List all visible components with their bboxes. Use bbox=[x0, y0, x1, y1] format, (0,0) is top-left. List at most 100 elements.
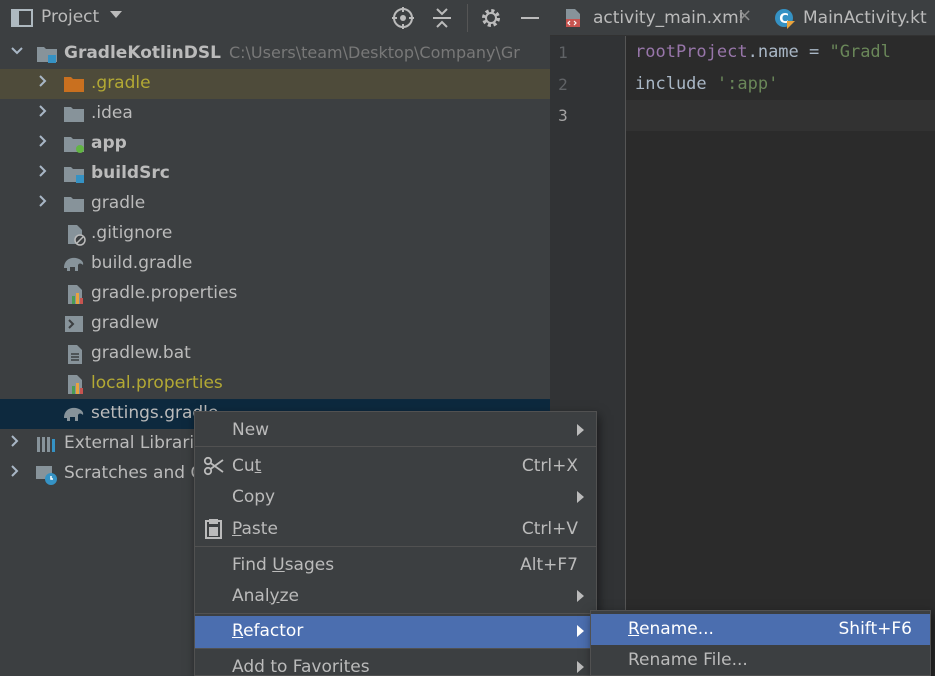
tree-item-gitignore[interactable]: .gitignore bbox=[0, 219, 550, 249]
menu-item-refactor[interactable]: Refactor bbox=[195, 616, 596, 648]
chevron-right-icon[interactable] bbox=[36, 104, 50, 122]
tree-item-label: .idea bbox=[91, 103, 133, 123]
tree-item-buildsrc[interactable]: buildSrc bbox=[0, 159, 550, 189]
tree-item-label: gradle bbox=[91, 193, 146, 213]
code-string: ':app' bbox=[716, 74, 779, 94]
line-number: 1 bbox=[558, 43, 568, 62]
scratches-icon bbox=[35, 464, 57, 485]
menu-item-rename-file[interactable]: Rename File... bbox=[591, 645, 930, 676]
chevron-right-icon[interactable] bbox=[36, 164, 50, 182]
chevron-right-icon[interactable] bbox=[36, 74, 50, 92]
collapse-all-icon[interactable] bbox=[430, 6, 454, 35]
menu-item-cut[interactable]: Cut Ctrl+X bbox=[195, 451, 596, 483]
tree-item-build-gradle[interactable]: build.gradle bbox=[0, 249, 550, 279]
menu-separator bbox=[195, 446, 596, 447]
menu-item-find-usages[interactable]: Find Usages Alt+F7 bbox=[195, 550, 596, 582]
tree-item-label: gradle.properties bbox=[91, 283, 238, 303]
line-number: 3 bbox=[558, 106, 568, 125]
code-text: .name = bbox=[747, 42, 830, 62]
project-panel-header: Project bbox=[0, 0, 550, 36]
code-text: include bbox=[635, 74, 717, 94]
menu-item-label: Cut bbox=[232, 456, 262, 476]
tree-item-idea[interactable]: .idea bbox=[0, 99, 550, 129]
submenu-arrow-icon bbox=[577, 661, 584, 673]
clipboard-icon bbox=[203, 518, 225, 540]
menu-item-shortcut: Ctrl+X bbox=[521, 456, 578, 476]
menu-separator bbox=[195, 546, 596, 547]
chevron-down-icon[interactable] bbox=[10, 44, 24, 62]
tree-item-local-properties[interactable]: local.properties bbox=[0, 369, 550, 399]
text-file-icon bbox=[65, 344, 87, 364]
menu-item-label: Refactor bbox=[232, 621, 304, 641]
menu-item-shortcut: Alt+F7 bbox=[520, 555, 578, 575]
code-string: "Gradl bbox=[829, 42, 891, 62]
menu-item-rename[interactable]: Rename... Shift+F6 bbox=[591, 614, 930, 645]
tree-item-gradle-properties[interactable]: gradle.properties bbox=[0, 279, 550, 309]
tree-item-gradlew[interactable]: gradlew bbox=[0, 309, 550, 339]
chevron-right-icon[interactable] bbox=[36, 194, 50, 212]
close-icon[interactable]: × bbox=[737, 5, 752, 26]
code-line-1[interactable]: rootProject.name = "Gradl bbox=[635, 42, 891, 62]
tree-item-label: gradlew.bat bbox=[91, 343, 191, 363]
gutter-divider bbox=[625, 36, 626, 676]
code-line-2[interactable]: include ':app' bbox=[635, 74, 778, 94]
tab-label: MainActivity.kt bbox=[803, 8, 927, 28]
tree-item-gradle-dir[interactable]: .gradle bbox=[0, 69, 550, 99]
menu-item-label: Paste bbox=[232, 519, 278, 539]
panel-title[interactable]: Project bbox=[41, 7, 99, 27]
editor-area[interactable]: activity_main.xml × C MainActivity.kt 1 … bbox=[550, 0, 935, 676]
tree-item-label: local.properties bbox=[91, 373, 223, 393]
tree-item-label: app bbox=[91, 133, 127, 153]
refactor-submenu: Rename... Shift+F6 Rename File... bbox=[590, 610, 931, 676]
code-keyword: rootProject bbox=[635, 42, 748, 62]
menu-item-new[interactable]: New bbox=[195, 415, 596, 447]
caret-line-highlight bbox=[626, 100, 935, 131]
menu-item-label: Analyze bbox=[232, 586, 299, 606]
kotlin-class-icon: C bbox=[774, 8, 796, 35]
tab-main-activity-kt[interactable]: C MainActivity.kt bbox=[762, 0, 935, 36]
header-divider bbox=[467, 4, 468, 32]
project-path: C:\Users\team\Desktop\Company\Gr bbox=[228, 43, 520, 62]
tab-activity-main-xml[interactable]: activity_main.xml × bbox=[550, 0, 758, 36]
menu-item-shortcut: Shift+F6 bbox=[838, 619, 912, 639]
tab-label: activity_main.xml bbox=[593, 8, 744, 28]
gradle-elephant-icon bbox=[62, 254, 84, 274]
menu-item-paste[interactable]: Paste Ctrl+V bbox=[195, 514, 596, 546]
submenu-arrow-icon bbox=[577, 491, 584, 503]
gear-icon[interactable] bbox=[479, 6, 503, 35]
minimize-icon[interactable] bbox=[520, 6, 540, 35]
tree-item-app[interactable]: app bbox=[0, 129, 550, 159]
submenu-arrow-icon bbox=[577, 625, 584, 637]
menu-item-label: Rename... bbox=[628, 619, 714, 639]
folder-icon bbox=[63, 194, 85, 214]
properties-file-icon bbox=[65, 374, 87, 394]
context-menu: New Cut Ctrl+X Copy Paste Ctrl+V Find Us… bbox=[194, 411, 597, 676]
menu-item-analyze[interactable]: Analyze bbox=[195, 581, 596, 613]
chevron-down-icon[interactable] bbox=[109, 7, 123, 25]
menu-item-copy[interactable]: Copy bbox=[195, 482, 596, 514]
project-name: GradleKotlinDSL bbox=[64, 43, 221, 63]
scissors-icon bbox=[203, 455, 225, 477]
chevron-right-icon[interactable] bbox=[8, 464, 22, 482]
tree-item-label: .gitignore bbox=[91, 223, 173, 243]
chevron-right-icon[interactable] bbox=[8, 434, 22, 452]
menu-item-label: Add to Favorites bbox=[232, 657, 370, 676]
project-view-icon bbox=[11, 9, 33, 32]
submenu-arrow-icon bbox=[577, 590, 584, 602]
tree-item-gradle[interactable]: gradle bbox=[0, 189, 550, 219]
chevron-right-icon[interactable] bbox=[36, 134, 50, 152]
tree-root-row[interactable]: GradleKotlinDSL C:\Users\team\Desktop\Com… bbox=[0, 39, 550, 69]
tree-item-label: gradlew bbox=[91, 313, 160, 333]
module-folder-icon bbox=[36, 44, 58, 64]
xml-layout-icon bbox=[564, 8, 584, 33]
menu-item-add-to-favorites[interactable]: Add to Favorites bbox=[195, 652, 596, 676]
menu-item-label: Rename File... bbox=[628, 650, 748, 670]
module-folder-icon bbox=[63, 134, 85, 154]
menu-separator bbox=[195, 613, 596, 614]
shell-script-icon bbox=[64, 314, 86, 334]
folder-icon bbox=[63, 104, 85, 124]
tree-item-label: build.gradle bbox=[91, 253, 193, 273]
locate-icon[interactable] bbox=[391, 6, 415, 35]
tree-item-gradlew-bat[interactable]: gradlew.bat bbox=[0, 339, 550, 369]
ignore-file-icon bbox=[65, 224, 87, 246]
